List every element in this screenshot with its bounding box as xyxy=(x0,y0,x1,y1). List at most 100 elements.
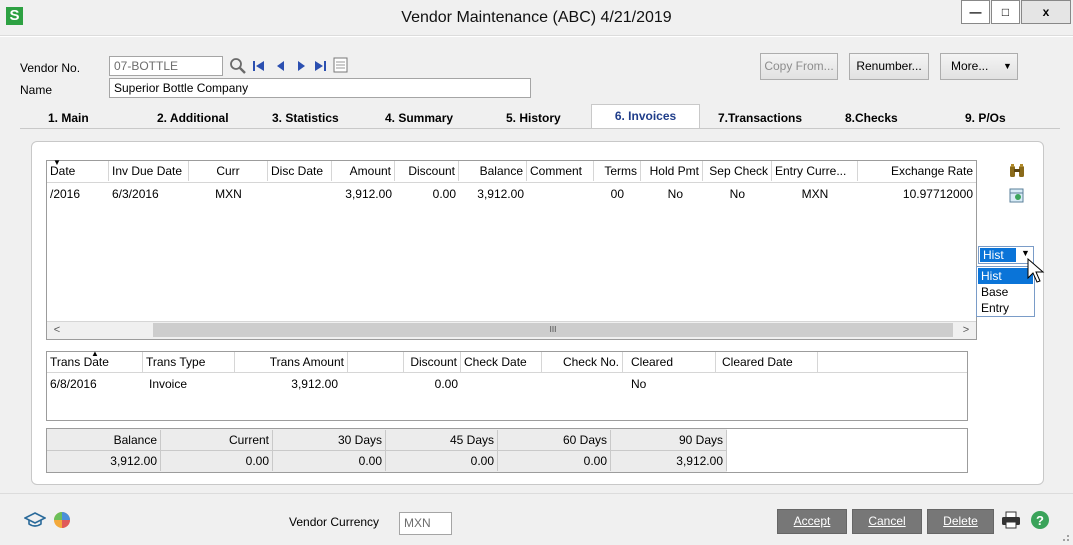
currency-view-select[interactable]: Hist ▼ xyxy=(978,246,1034,264)
transactions-grid[interactable]: Trans Date ▲ Trans Type Trans Amount Dis… xyxy=(46,349,968,421)
option-entry[interactable]: Entry xyxy=(978,300,1033,316)
cell-discount[interactable]: 0.00 xyxy=(395,184,459,204)
col-balance[interactable]: Balance xyxy=(459,161,527,181)
cell-check-no[interactable] xyxy=(542,374,623,394)
col-entry-currency[interactable]: Entry Curre... xyxy=(772,161,858,181)
vendor-no-field[interactable]: 07-BOTTLE xyxy=(109,56,223,76)
cell-trans-type[interactable]: Invoice xyxy=(143,374,235,394)
aging-60-header: 60 Days xyxy=(498,430,611,450)
option-base[interactable]: Base xyxy=(978,284,1033,300)
vendor-currency-field[interactable]: MXN xyxy=(399,512,452,535)
aging-current-value: 0.00 xyxy=(161,451,273,471)
col-trans-type[interactable]: Trans Type xyxy=(143,352,235,372)
aging-90-value: 3,912.00 xyxy=(611,451,727,471)
cell-cleared-date[interactable] xyxy=(716,374,818,394)
col-curr[interactable]: Curr xyxy=(189,161,268,181)
sort-indicator-icon: ▲ xyxy=(91,349,99,358)
cell-disc-date[interactable] xyxy=(268,184,332,204)
tab-summary[interactable]: 4. Summary xyxy=(385,107,453,129)
cell-comment[interactable] xyxy=(527,184,594,204)
renumber-button[interactable]: Renumber... xyxy=(849,53,929,80)
col-exchange-rate[interactable]: Exchange Rate xyxy=(858,161,976,181)
delete-button[interactable]: Delete xyxy=(927,509,994,534)
cell-hold-pmt[interactable]: No xyxy=(641,184,686,204)
aging-balance-value: 3,912.00 xyxy=(47,451,161,471)
cell-balance[interactable]: 3,912.00 xyxy=(459,184,527,204)
cell-trans-date[interactable]: 6/8/2016 xyxy=(47,374,143,394)
vendor-name-field[interactable]: Superior Bottle Company xyxy=(109,78,531,98)
chevron-down-icon: ▼ xyxy=(1003,61,1012,71)
cell-inv-due-date[interactable]: 6/3/2016 xyxy=(109,184,189,204)
tab-pos[interactable]: 9. P/Os xyxy=(965,107,1006,129)
previous-record-icon[interactable] xyxy=(274,59,288,73)
tab-history[interactable]: 5. History xyxy=(506,107,561,129)
customize-columns-icon[interactable] xyxy=(1008,186,1026,204)
scroll-right-icon[interactable]: > xyxy=(958,322,974,338)
col-discount[interactable]: Discount xyxy=(395,161,459,181)
col-amount[interactable]: Amount xyxy=(332,161,395,181)
window-title: Vendor Maintenance (ABC) 4/21/2019 xyxy=(401,9,672,26)
binoculars-icon[interactable] xyxy=(1008,162,1026,180)
aging-30-value: 0.00 xyxy=(273,451,386,471)
col-trans-discount[interactable]: Discount xyxy=(404,352,461,372)
mouse-cursor-icon xyxy=(1027,258,1045,283)
cell-check-date[interactable] xyxy=(461,374,542,394)
tab-statistics[interactable]: 3. Statistics xyxy=(272,107,339,129)
scroll-thumb[interactable]: III xyxy=(153,323,953,337)
cell-curr[interactable]: MXN xyxy=(189,184,268,204)
cell-trans-amount[interactable]: 3,912.00 xyxy=(235,374,341,394)
tab-transactions[interactable]: 7.Transactions xyxy=(718,107,802,129)
col-disc-date[interactable]: Disc Date xyxy=(268,161,332,181)
col-sep-check[interactable]: Sep Check xyxy=(703,161,772,181)
cell-terms[interactable]: 00 xyxy=(594,184,627,204)
svg-text:?: ? xyxy=(1036,513,1044,528)
cancel-button[interactable]: Cancel xyxy=(852,509,922,534)
col-trans-amount[interactable]: Trans Amount xyxy=(235,352,348,372)
record-list-icon[interactable] xyxy=(333,57,348,73)
more-label: More... xyxy=(951,59,989,73)
cell-trans-discount[interactable]: 0.00 xyxy=(404,374,461,394)
copy-from-button[interactable]: Copy From... xyxy=(760,53,838,80)
option-hist[interactable]: Hist xyxy=(978,268,1033,284)
cell-sep-check[interactable]: No xyxy=(703,184,748,204)
cell-exchange-rate[interactable]: 10.97712000 xyxy=(858,184,976,204)
minimize-button[interactable]: — xyxy=(961,0,990,24)
accept-button[interactable]: Accept xyxy=(777,509,847,534)
col-comment[interactable]: Comment xyxy=(527,161,594,181)
cell-amount[interactable]: 3,912.00 xyxy=(332,184,395,204)
col-cleared[interactable]: Cleared xyxy=(623,352,716,372)
cell-blank xyxy=(348,374,404,394)
tab-invoices[interactable]: 6. Invoices xyxy=(591,104,700,128)
cell-date[interactable]: /2016 xyxy=(47,184,109,204)
tab-checks[interactable]: 8.Checks xyxy=(845,107,898,129)
printer-icon[interactable] xyxy=(1001,511,1021,530)
col-terms[interactable]: Terms xyxy=(594,161,641,181)
aging-45-value: 0.00 xyxy=(386,451,498,471)
cell-cleared[interactable]: No xyxy=(623,374,716,394)
aging-current-header: Current xyxy=(161,430,273,450)
first-record-icon[interactable] xyxy=(252,59,266,73)
col-cleared-date[interactable]: Cleared Date xyxy=(716,352,818,372)
graduation-cap-icon[interactable] xyxy=(24,511,46,529)
close-button[interactable]: x xyxy=(1021,0,1071,24)
col-inv-due-date[interactable]: Inv Due Date xyxy=(109,161,189,181)
more-button[interactable]: More... ▼ xyxy=(940,53,1018,80)
next-record-icon[interactable] xyxy=(294,59,308,73)
resize-grip-icon[interactable] xyxy=(1058,530,1070,542)
col-blank xyxy=(348,352,404,372)
help-icon[interactable]: ? xyxy=(1030,510,1050,530)
col-hold-pmt[interactable]: Hold Pmt xyxy=(641,161,703,181)
scroll-left-icon[interactable]: < xyxy=(49,322,65,338)
invoices-grid[interactable]: Date ▼ Inv Due Date Curr Disc Date Amoun… xyxy=(46,158,977,340)
last-record-icon[interactable] xyxy=(313,59,327,73)
lookup-icon[interactable] xyxy=(228,56,248,76)
maximize-button[interactable]: □ xyxy=(991,0,1020,24)
tab-main[interactable]: 1. Main xyxy=(48,107,89,129)
color-wheel-icon[interactable] xyxy=(53,511,71,529)
col-check-no[interactable]: Check No. xyxy=(542,352,623,372)
aging-balance-header: Balance xyxy=(47,430,161,450)
tab-additional[interactable]: 2. Additional xyxy=(157,107,229,129)
col-check-date[interactable]: Check Date xyxy=(461,352,542,372)
aging-grid: Balance Current 30 Days 45 Days 60 Days … xyxy=(46,428,968,473)
cell-entry-currency[interactable]: MXN xyxy=(772,184,858,204)
